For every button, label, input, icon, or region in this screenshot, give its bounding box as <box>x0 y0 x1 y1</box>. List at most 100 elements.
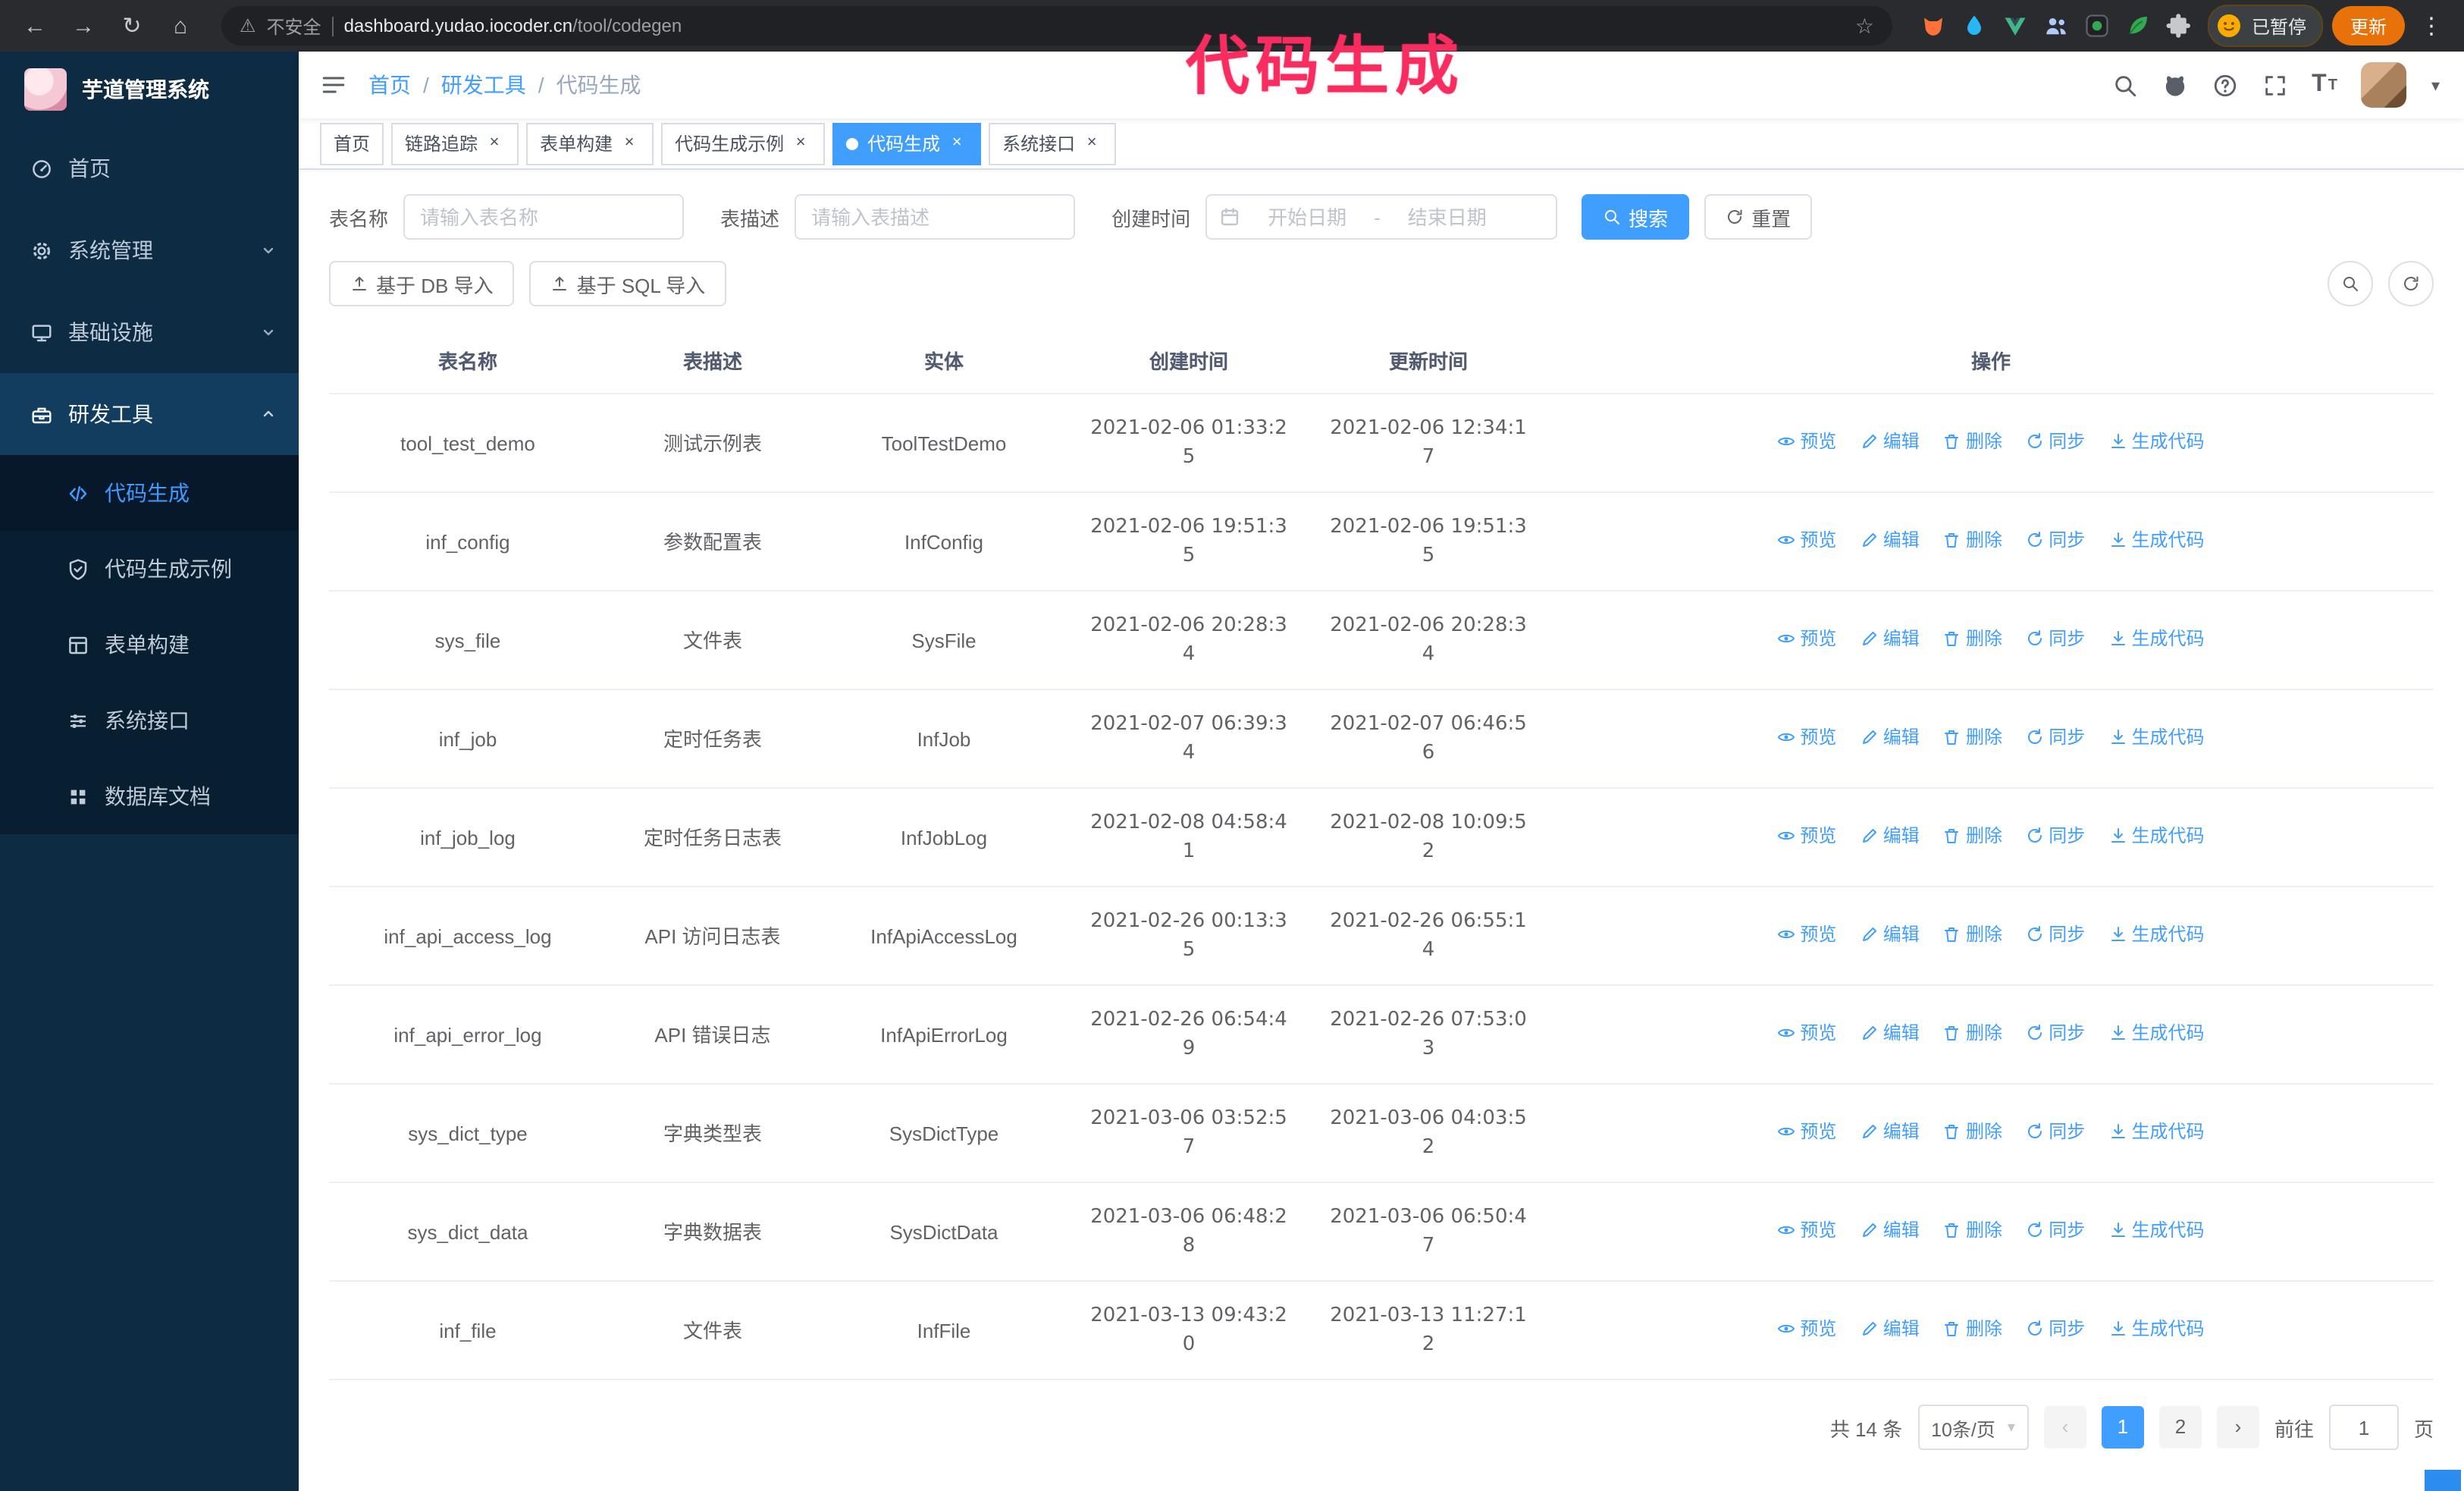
delete-link[interactable]: 删除 <box>1943 724 2002 752</box>
sidebar-item-codegen-demo[interactable]: 代码生成示例 <box>0 531 299 607</box>
user-avatar[interactable] <box>2361 62 2407 108</box>
edit-link[interactable]: 编辑 <box>1861 1216 1920 1245</box>
preview-link[interactable]: 预览 <box>1777 724 1836 752</box>
sync-link[interactable]: 同步 <box>2026 724 2085 752</box>
page-button-1[interactable]: 1 <box>2101 1406 2144 1449</box>
preview-link[interactable]: 预览 <box>1777 822 1836 851</box>
preview-link[interactable]: 预览 <box>1777 625 1836 654</box>
prev-page-button[interactable]: ‹ <box>2043 1406 2086 1449</box>
tab-system-api[interactable]: 系统接口 × <box>989 122 1117 165</box>
close-icon[interactable]: × <box>484 133 505 154</box>
table-name-input[interactable] <box>403 194 685 240</box>
start-date-input[interactable] <box>1246 204 1368 230</box>
tab-tracing[interactable]: 链路追踪 × <box>391 122 519 165</box>
close-icon[interactable]: × <box>619 133 640 154</box>
vue-devtools-icon[interactable] <box>2002 12 2029 39</box>
fullscreen-icon[interactable] <box>2262 72 2287 98</box>
sync-link[interactable]: 同步 <box>2026 1118 2085 1147</box>
fox-extension-icon[interactable] <box>1920 12 1947 39</box>
extensions-puzzle-icon[interactable] <box>2165 12 2193 39</box>
preview-link[interactable]: 预览 <box>1777 1315 1836 1344</box>
tab-form-builder[interactable]: 表单构建 × <box>526 122 654 165</box>
browser-menu-icon[interactable]: ⋮ <box>2414 12 2449 39</box>
font-size-icon[interactable]: TT <box>2312 71 2337 99</box>
sync-link[interactable]: 同步 <box>2026 428 2085 457</box>
generate-code-link[interactable]: 生成代码 <box>2109 1019 2205 1048</box>
sidebar-toggle-icon[interactable] <box>299 71 368 99</box>
header-search-icon[interactable] <box>2111 72 2137 98</box>
search-button[interactable]: 搜索 <box>1582 194 1690 240</box>
browser-reload-button[interactable]: ↻ <box>112 6 152 46</box>
sidebar-item-db-doc[interactable]: 数据库文档 <box>0 758 299 834</box>
delete-link[interactable]: 删除 <box>1943 625 2002 654</box>
close-icon[interactable]: × <box>790 133 811 154</box>
tab-codegen-demo[interactable]: 代码生成示例 × <box>661 122 826 165</box>
import-sql-button[interactable]: 基于 SQL 导入 <box>529 261 727 306</box>
breadcrumb-home[interactable]: 首页 <box>368 70 411 100</box>
sidebar-item-system-api[interactable]: 系统接口 <box>0 683 299 758</box>
preview-link[interactable]: 预览 <box>1777 428 1836 457</box>
date-range-picker[interactable]: - <box>1205 194 1558 240</box>
browser-update-button[interactable]: 更新 <box>2331 6 2405 46</box>
browser-back-button[interactable]: ← <box>15 6 55 46</box>
delete-link[interactable]: 删除 <box>1943 1216 2002 1245</box>
page-button-2[interactable]: 2 <box>2158 1406 2202 1449</box>
breadcrumb-devtools[interactable]: 研发工具 <box>441 70 526 100</box>
delete-link[interactable]: 删除 <box>1943 921 2002 950</box>
sync-link[interactable]: 同步 <box>2026 1019 2085 1048</box>
delete-link[interactable]: 删除 <box>1943 1315 2002 1344</box>
sync-link[interactable]: 同步 <box>2026 526 2085 555</box>
sync-link[interactable]: 同步 <box>2026 625 2085 654</box>
generate-code-link[interactable]: 生成代码 <box>2109 1216 2205 1245</box>
sidebar-item-form-builder[interactable]: 表单构建 <box>0 607 299 683</box>
tab-home[interactable]: 首页 <box>320 122 384 165</box>
sync-link[interactable]: 同步 <box>2026 921 2085 950</box>
end-date-input[interactable] <box>1386 204 1508 230</box>
bookmark-star-icon[interactable]: ☆ <box>1855 13 1874 39</box>
generate-code-link[interactable]: 生成代码 <box>2109 724 2205 752</box>
preview-link[interactable]: 预览 <box>1777 1019 1836 1048</box>
delete-link[interactable]: 删除 <box>1943 1118 2002 1147</box>
preview-link[interactable]: 预览 <box>1777 921 1836 950</box>
sidebar-item-infra[interactable]: 基础设施 <box>0 291 299 373</box>
edit-link[interactable]: 编辑 <box>1861 1019 1920 1048</box>
edit-link[interactable]: 编辑 <box>1861 724 1920 752</box>
address-bar[interactable]: ⚠ 不安全 dashboard.yudao.iocoder.cn/tool/co… <box>221 6 1892 46</box>
close-icon[interactable]: × <box>946 133 967 154</box>
sync-link[interactable]: 同步 <box>2026 1216 2085 1245</box>
drop-extension-icon[interactable] <box>1961 12 1988 39</box>
delete-link[interactable]: 删除 <box>1943 822 2002 851</box>
recorder-extension-icon[interactable] <box>2083 12 2111 39</box>
preview-link[interactable]: 预览 <box>1777 1118 1836 1147</box>
browser-forward-button[interactable]: → <box>64 6 103 46</box>
corner-widget[interactable] <box>2425 1470 2461 1491</box>
help-icon[interactable] <box>2212 72 2237 98</box>
goto-page-input[interactable] <box>2328 1405 2399 1450</box>
delete-link[interactable]: 删除 <box>1943 526 2002 555</box>
generate-code-link[interactable]: 生成代码 <box>2109 526 2205 555</box>
edit-link[interactable]: 编辑 <box>1861 625 1920 654</box>
sidebar-item-system[interactable]: 系统管理 <box>0 209 299 291</box>
toggle-search-button[interactable] <box>2328 261 2373 306</box>
logo[interactable]: 芋道管理系统 <box>0 52 299 127</box>
preview-link[interactable]: 预览 <box>1777 526 1836 555</box>
browser-home-button[interactable]: ⌂ <box>161 6 200 46</box>
generate-code-link[interactable]: 生成代码 <box>2109 1315 2205 1344</box>
generate-code-link[interactable]: 生成代码 <box>2109 921 2205 950</box>
profile-paused-chip[interactable]: 已暂停 <box>2207 5 2323 47</box>
generate-code-link[interactable]: 生成代码 <box>2109 822 2205 851</box>
delete-link[interactable]: 删除 <box>1943 1019 2002 1048</box>
preview-link[interactable]: 预览 <box>1777 1216 1836 1245</box>
edit-link[interactable]: 编辑 <box>1861 1118 1920 1147</box>
tab-codegen[interactable]: 代码生成 × <box>832 122 982 165</box>
import-db-button[interactable]: 基于 DB 导入 <box>329 261 515 306</box>
close-icon[interactable]: × <box>1081 133 1102 154</box>
edit-link[interactable]: 编辑 <box>1861 428 1920 457</box>
next-page-button[interactable]: › <box>2216 1406 2259 1449</box>
sidebar-item-home[interactable]: 首页 <box>0 127 299 209</box>
leaf-extension-icon[interactable] <box>2124 12 2152 39</box>
edit-link[interactable]: 编辑 <box>1861 921 1920 950</box>
table-desc-input[interactable] <box>795 194 1076 240</box>
page-size-select[interactable]: 10条/页 ▾ <box>1917 1405 2029 1450</box>
reset-button[interactable]: 重置 <box>1704 194 1813 240</box>
